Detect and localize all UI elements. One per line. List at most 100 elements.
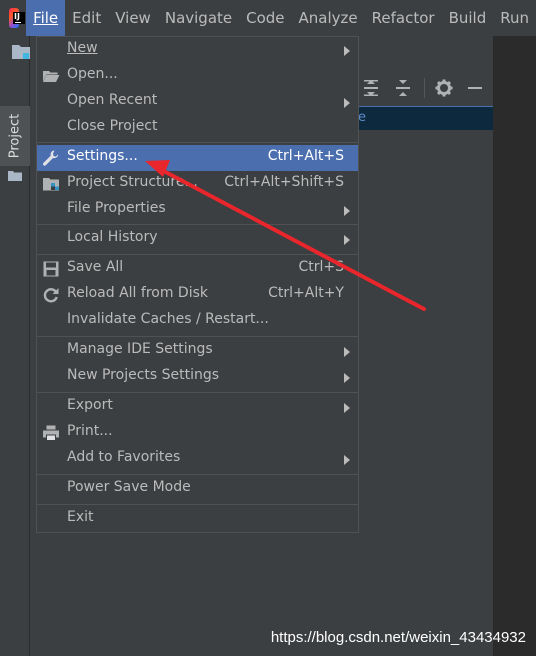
menu-item-manage-ide-settings[interactable]: Manage IDE Settings [37, 338, 358, 364]
reload-icon [43, 288, 59, 303]
menu-separator [37, 254, 358, 255]
hide-icon[interactable] [466, 79, 484, 97]
folder-open-icon [43, 71, 60, 82]
menu-item-label: Export [67, 397, 113, 413]
menu-item-label: New [67, 40, 98, 56]
menu-item-label: Save All [67, 259, 124, 275]
menu-item-label: Power Save Mode [67, 479, 191, 495]
menu-file[interactable]: File [26, 0, 66, 36]
menu-item-file-properties[interactable]: File Properties [37, 197, 358, 223]
submenu-arrow-icon [344, 235, 350, 245]
menu-build-label: Build [448, 9, 487, 27]
gear-icon[interactable] [435, 79, 453, 97]
menu-refactor[interactable]: Refactor [365, 0, 442, 36]
menu-item-label: Open... [67, 66, 118, 82]
menu-separator [37, 474, 358, 475]
expand-all-icon[interactable] [362, 79, 380, 97]
project-folder-icon[interactable] [12, 45, 30, 59]
menu-run-label: Run [500, 9, 529, 27]
project-structure-icon [43, 178, 59, 191]
menu-item-label: New Projects Settings [67, 367, 220, 383]
menu-item-power-save-mode[interactable]: Power Save Mode [37, 476, 358, 502]
menu-edit-label: Edit [72, 9, 102, 27]
logo-text: IJ [14, 12, 20, 21]
file-menu: New Open... Open Recent Close Project Se… [36, 36, 359, 533]
left-tool-stripe: Project [0, 36, 30, 656]
menu-item-settings[interactable]: Settings... Ctrl+Alt+S [37, 145, 358, 171]
save-icon [43, 261, 59, 277]
menu-item-local-history[interactable]: Local History [37, 226, 358, 252]
submenu-arrow-icon [344, 403, 350, 413]
menu-item-invalidate-caches[interactable]: Invalidate Caches / Restart... [37, 308, 358, 334]
collapse-all-icon[interactable] [394, 79, 412, 97]
menu-item-open-recent[interactable]: Open Recent [37, 89, 358, 115]
submenu-arrow-icon [344, 98, 350, 108]
menu-view-label: View [115, 9, 151, 27]
menu-item-shortcut: Ctrl+Alt+S [267, 148, 344, 164]
menu-item-label: Invalidate Caches / Restart... [67, 311, 269, 327]
menu-item-project-structure[interactable]: Project Structure... Ctrl+Alt+Shift+S [37, 171, 358, 197]
project-tree[interactable] [358, 130, 493, 656]
menu-item-shortcut: Ctrl+S [298, 259, 344, 275]
menu-item-print[interactable]: Print... [37, 420, 358, 446]
menu-item-close-project[interactable]: Close Project [37, 115, 358, 141]
selected-tree-row[interactable]: e [358, 106, 493, 130]
intellij-idea-logo: IJ [9, 8, 25, 28]
menu-separator [37, 504, 358, 505]
menu-item-label: Add to Favorites [67, 449, 181, 465]
menu-item-add-to-favorites[interactable]: Add to Favorites [37, 446, 358, 472]
toolbar-separator [424, 78, 425, 98]
menu-file-label: File [33, 9, 59, 27]
menu-item-label: Close Project [67, 118, 158, 134]
menu-item-open[interactable]: Open... [37, 63, 358, 89]
print-icon [43, 425, 59, 441]
menu-item-label: Manage IDE Settings [67, 341, 213, 357]
menu-item-new-projects-settings[interactable]: New Projects Settings [37, 364, 358, 390]
menu-item-save-all[interactable]: Save All Ctrl+S [37, 256, 358, 282]
editor-area[interactable] [493, 36, 536, 656]
menu-item-label: Exit [67, 509, 94, 525]
menu-code[interactable]: Code [239, 0, 291, 36]
menu-view[interactable]: View [108, 0, 158, 36]
menu-item-export[interactable]: Export [37, 394, 358, 420]
menu-analyze-label: Analyze [298, 9, 358, 27]
project-tool-tab[interactable]: Project [0, 106, 30, 166]
menu-separator [37, 336, 358, 337]
menu-analyze[interactable]: Analyze [292, 0, 365, 36]
submenu-arrow-icon [344, 46, 350, 56]
new-label: New [67, 40, 98, 56]
menu-separator [37, 224, 358, 225]
menu-item-shortcut: Ctrl+Alt+Shift+S [224, 174, 344, 190]
menu-item-label: Reload All from Disk [67, 285, 208, 301]
menu-code-label: Code [246, 9, 285, 27]
wrench-icon [43, 150, 59, 166]
menu-navigate[interactable]: Navigate [158, 0, 239, 36]
menu-separator [37, 392, 358, 393]
submenu-arrow-icon [344, 347, 350, 357]
menu-run[interactable]: Run [493, 0, 536, 36]
menu-item-new[interactable]: New [37, 37, 358, 63]
submenu-arrow-icon [344, 373, 350, 383]
menu-item-label: File Properties [67, 200, 166, 216]
menu-refactor-label: Refactor [371, 9, 435, 27]
folder-icon[interactable] [8, 170, 22, 181]
menu-item-label: Open Recent [67, 92, 158, 108]
menu-item-reload-from-disk[interactable]: Reload All from Disk Ctrl+Alt+Y [37, 282, 358, 308]
menu-item-label: Settings... [67, 148, 138, 164]
submenu-arrow-icon [344, 455, 350, 465]
selected-row-text: e [358, 110, 366, 125]
menu-item-label: Project Structure... [67, 174, 198, 190]
project-panel-toolbar [358, 72, 493, 104]
menu-item-label: Local History [67, 229, 158, 245]
menu-item-shortcut: Ctrl+Alt+Y [268, 285, 344, 301]
menu-item-exit[interactable]: Exit [37, 506, 358, 532]
watermark: https://blog.csdn.net/weixin_43434932 [270, 629, 526, 646]
submenu-arrow-icon [344, 206, 350, 216]
menu-separator [37, 142, 358, 143]
project-tab-label: Project [7, 113, 23, 159]
menu-build[interactable]: Build [442, 0, 494, 36]
navigation-bar [358, 44, 493, 72]
menu-item-label: Print... [67, 423, 113, 439]
menu-edit[interactable]: Edit [65, 0, 108, 36]
menu-navigate-label: Navigate [164, 9, 233, 27]
